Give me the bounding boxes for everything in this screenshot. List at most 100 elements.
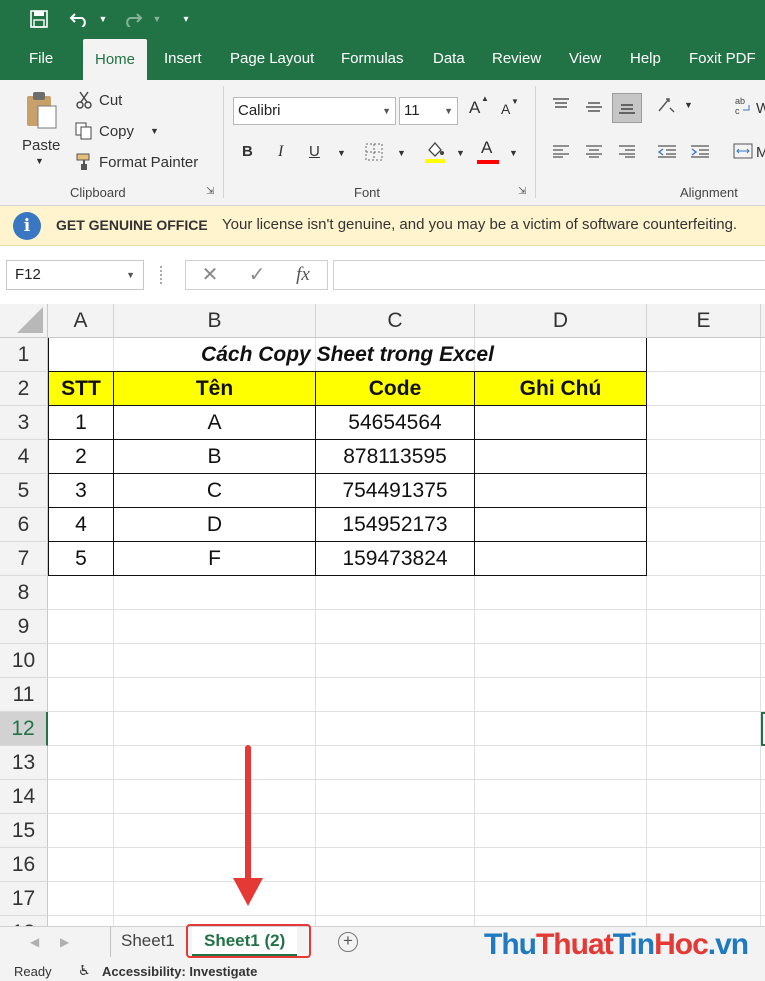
borders-icon[interactable] — [364, 142, 384, 162]
grid-cell[interactable] — [761, 644, 765, 678]
font-size-select[interactable]: 11 ▼ — [399, 97, 458, 125]
fill-color-icon[interactable] — [423, 139, 447, 165]
grid-cell[interactable] — [475, 780, 647, 814]
grid-cell[interactable] — [761, 372, 765, 406]
table-cell[interactable]: F — [114, 542, 316, 576]
table-cell[interactable]: 159473824 — [316, 542, 475, 576]
format-painter-icon[interactable] — [74, 152, 94, 172]
row-header-14[interactable]: 14 — [0, 780, 48, 814]
grid-cell[interactable] — [761, 882, 765, 916]
grid-cell[interactable] — [761, 542, 765, 576]
grid-cell[interactable] — [475, 644, 647, 678]
grid-cell[interactable] — [761, 678, 765, 712]
grid-cell[interactable] — [761, 406, 765, 440]
scroll-tabs-right-icon[interactable]: ▶ — [60, 935, 69, 949]
name-box[interactable]: F12 ▼ — [6, 260, 144, 290]
grid-cell[interactable] — [761, 916, 765, 926]
align-right-icon[interactable] — [616, 142, 638, 160]
clipboard-launcher-icon[interactable]: ⇲ — [206, 186, 214, 197]
column-header-c[interactable]: C — [316, 304, 475, 338]
tab-page-layout[interactable]: Page Layout — [230, 38, 314, 80]
paste-icon[interactable] — [22, 88, 60, 132]
grid-cell[interactable] — [475, 678, 647, 712]
grid-cell[interactable] — [761, 508, 765, 542]
fill-color-dropdown-icon[interactable]: ▼ — [456, 148, 465, 158]
grid-cell[interactable] — [761, 474, 765, 508]
table-cell[interactable]: D — [114, 508, 316, 542]
row-header-1[interactable]: 1 — [0, 338, 48, 372]
grid-cell[interactable] — [761, 848, 765, 882]
grid-cell[interactable] — [114, 814, 316, 848]
grid-cell[interactable] — [114, 644, 316, 678]
table-cell[interactable]: 2 — [48, 440, 114, 474]
grid-cell[interactable] — [316, 780, 475, 814]
grid-cell[interactable] — [647, 610, 761, 644]
grid-cell[interactable] — [316, 678, 475, 712]
accessibility-status[interactable]: Accessibility: Investigate — [102, 964, 257, 979]
grid-cell[interactable] — [647, 508, 761, 542]
grid-cell[interactable] — [114, 882, 316, 916]
copy-dropdown-icon[interactable]: ▼ — [150, 126, 159, 136]
orientation-icon[interactable] — [655, 95, 679, 115]
table-cell[interactable]: 54654564 — [316, 406, 475, 440]
tab-data[interactable]: Data — [433, 38, 465, 80]
grid-cell[interactable] — [114, 848, 316, 882]
customize-toolbar-icon[interactable]: ▾ — [178, 0, 194, 38]
merge-center-label[interactable]: M — [756, 144, 765, 161]
table-cell[interactable] — [475, 474, 647, 508]
table-cell[interactable]: 154952173 — [316, 508, 475, 542]
table-cell[interactable]: A — [114, 406, 316, 440]
table-cell[interactable]: 878113595 — [316, 440, 475, 474]
cut-button[interactable]: Cut — [99, 92, 122, 109]
select-all-button[interactable] — [0, 304, 48, 338]
grid-cell[interactable] — [647, 542, 761, 576]
grid-cell[interactable] — [316, 746, 475, 780]
grid-cell[interactable] — [114, 610, 316, 644]
row-header-2[interactable]: 2 — [0, 372, 48, 406]
increase-font-size-button[interactable]: A — [469, 98, 480, 118]
grid-cell[interactable] — [48, 644, 114, 678]
italic-button[interactable]: I — [278, 143, 283, 161]
wrap-text-icon[interactable]: ab c — [732, 94, 754, 118]
orientation-dropdown-icon[interactable]: ▼ — [684, 100, 693, 110]
table-header-cell[interactable]: Tên — [114, 372, 316, 406]
row-header-4[interactable]: 4 — [0, 440, 48, 474]
wrap-text-label[interactable]: W — [756, 100, 765, 117]
align-center-icon[interactable] — [583, 142, 605, 160]
tab-insert[interactable]: Insert — [164, 38, 202, 80]
tab-review[interactable]: Review — [492, 38, 541, 80]
table-cell[interactable] — [475, 542, 647, 576]
borders-dropdown-icon[interactable]: ▼ — [397, 148, 406, 158]
table-cell[interactable]: 5 — [48, 542, 114, 576]
grid-cell[interactable] — [647, 746, 761, 780]
increase-indent-icon[interactable] — [689, 142, 711, 160]
grid-cell[interactable] — [114, 780, 316, 814]
font-color-button[interactable]: A — [481, 138, 492, 158]
row-header-11[interactable]: 11 — [0, 678, 48, 712]
grid-cell[interactable] — [647, 848, 761, 882]
decrease-indent-icon[interactable] — [656, 142, 678, 160]
grid-cell[interactable] — [647, 712, 761, 746]
grid-cell[interactable] — [48, 610, 114, 644]
grid-cell[interactable] — [316, 916, 475, 926]
grid-cell[interactable] — [647, 576, 761, 610]
align-bottom-icon[interactable] — [612, 93, 642, 123]
copy-icon[interactable] — [74, 121, 94, 141]
grid-cell[interactable] — [475, 848, 647, 882]
row-header-16[interactable]: 16 — [0, 848, 48, 882]
grid-cell[interactable] — [475, 882, 647, 916]
grid-cell[interactable] — [316, 576, 475, 610]
column-header-e[interactable]: E — [647, 304, 761, 338]
grid-cell[interactable] — [114, 712, 316, 746]
grid-cell[interactable] — [647, 474, 761, 508]
tab-home[interactable]: Home — [83, 39, 148, 80]
grid-cell[interactable] — [316, 814, 475, 848]
grid-cell[interactable] — [48, 882, 114, 916]
underline-button[interactable]: U — [309, 143, 320, 160]
merge-center-icon[interactable] — [732, 140, 754, 162]
grid-cell[interactable] — [48, 848, 114, 882]
grid-cell[interactable] — [316, 882, 475, 916]
table-header-cell[interactable]: Ghi Chú — [475, 372, 647, 406]
grid-cell[interactable] — [475, 712, 647, 746]
row-header-15[interactable]: 15 — [0, 814, 48, 848]
